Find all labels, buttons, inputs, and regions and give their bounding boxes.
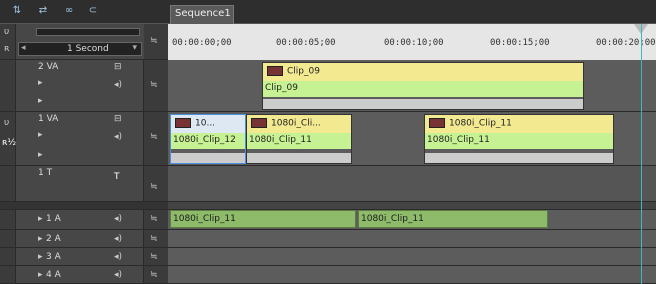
wave-icon[interactable]: ≒ [150,80,158,90]
lane-4a[interactable] [168,266,656,284]
sync-icon[interactable]: ⊂ [82,5,104,19]
track-header-1t[interactable]: 1 T T ≒ [0,166,168,202]
clip-title: Clip_09 [287,66,320,77]
wave-icon[interactable]: ≒ [150,252,158,262]
lock-icon[interactable]: υ [4,27,9,37]
speaker-icon[interactable]: ◂) [114,132,122,142]
track-header-2a[interactable]: ▸ 2 A ◂) ≒ [0,230,168,248]
expand-arrow-icon[interactable]: ▸ [38,234,43,244]
track-label: 3 A [46,252,61,262]
wave-icon[interactable]: ≒ [150,234,158,244]
lane-1va[interactable]: 10... 1080i_Clip_12 1080i_Cli... 1080i_C… [168,112,656,166]
text-icon[interactable]: T [114,172,120,182]
timeline-ruler[interactable]: 00:00:00;00 00:00:05;00 00:00:10;00 00:0… [168,24,656,60]
expand-arrow-icon[interactable]: ▸ [38,252,43,262]
thumbnail-icon [267,66,283,76]
lane-3a[interactable] [168,248,656,266]
clip-audio-label: 1080i_Clip_11 [425,133,613,149]
zoom-slider[interactable] [36,28,140,36]
separator-lane [168,202,656,210]
wave-icon[interactable]: ≒ [150,214,158,224]
clip-title: 1080i_Cli... [271,118,321,129]
track-header-4a[interactable]: ▸ 4 A ◂) ≒ [0,266,168,284]
clip-clip12[interactable]: 10... 1080i_Clip_12 [170,114,246,164]
lane-1t[interactable] [168,166,656,202]
expand-arrow-icon[interactable]: ▸ [38,96,43,106]
playhead-line [641,24,642,284]
wave-icon[interactable]: ≒ [150,132,158,142]
expand-arrow-icon[interactable]: ▸ [38,150,43,160]
track-label: 1 A [46,214,61,224]
clip-audio-label: 1080i_Clip_12 [171,133,245,149]
lane-2va[interactable]: Clip_09 Clip_09 [168,60,656,112]
tab-sequence[interactable]: Sequence1 [170,5,234,24]
expand-arrow-icon[interactable]: ▸ [38,214,43,224]
wave-icon[interactable]: ≒ [150,270,158,280]
clip-title: 10... [195,118,216,129]
video-monitor-icon[interactable]: ⊟ [114,62,122,72]
track-label: 1 T [38,168,53,178]
timecode-1: 00:00:05;00 [276,38,336,48]
track-settings-icon[interactable]: ⇅ [6,5,28,19]
sync-lock-icon[interactable]: ʀ [4,44,9,54]
wave-icon[interactable]: ≒ [150,36,158,46]
wave-icon[interactable]: ≒ [150,182,158,192]
track-header-1va[interactable]: υ ʀ½ 1 VA ⊟ ▸ ◂) ≒ ▸ [0,112,168,166]
toolbar: ⇅ ⇄ ∞ ⊂ Sequence1 [0,0,656,24]
clip-clip11b[interactable]: 1080i_Clip_11 1080i_Clip_11 [424,114,614,164]
track-label: 1 VA [38,114,59,124]
timecode-0: 00:00:00;00 [172,38,232,48]
clip-audio-label: Clip_09 [263,81,583,97]
clip-clip11a[interactable]: 1080i_Cli... 1080i_Clip_11 [246,114,352,164]
speaker-icon[interactable]: ◂) [114,270,122,280]
zoom-left-arrow-icon[interactable]: ◂ [21,43,26,53]
thumbnail-icon [251,118,267,128]
audio-clip[interactable]: 1080i_Clip_11 [170,210,356,228]
speaker-icon[interactable]: ◂) [114,80,122,90]
timecode-4: 00:00:20;00 [596,38,656,48]
lane-1a[interactable]: 1080i_Clip_11 1080i_Clip_11 [168,210,656,230]
expand-arrow-icon[interactable]: ▸ [38,130,43,140]
thumbnail-icon [429,118,445,128]
speaker-icon[interactable]: ◂) [114,214,122,224]
separator [0,202,168,210]
track-label: 2 A [46,234,61,244]
thumbnail-icon [175,118,191,128]
audio-clip[interactable]: 1080i_Clip_11 [358,210,548,228]
track-header-2va[interactable]: 2 VA ⊟ ▸ ◂) ≒ ▸ [0,60,168,112]
lock-icon[interactable]: υ [4,118,9,128]
expand-arrow-icon[interactable]: ▸ [38,270,43,280]
chevron-down-icon[interactable]: ▾ [132,43,137,53]
clip-audio-label: 1080i_Clip_11 [247,133,351,149]
clip-clip09[interactable]: Clip_09 Clip_09 [262,62,584,110]
zoom-label: 1 Second [67,44,109,54]
speaker-icon[interactable]: ◂) [114,252,122,262]
track-label: 4 A [46,270,61,280]
timecode-2: 00:00:10;00 [384,38,444,48]
link-icon[interactable]: ∞ [58,5,80,19]
zoom-dropdown[interactable]: ◂ 1 Second ▾ [18,42,142,56]
clip-title: 1080i_Clip_11 [449,118,512,129]
track-header-3a[interactable]: ▸ 3 A ◂) ≒ [0,248,168,266]
expand-arrow-icon[interactable]: ▸ [38,78,43,88]
ruler-header: υ ʀ ◂ 1 Second ▾ ≒ [0,24,168,60]
speaker-icon[interactable]: ◂) [114,234,122,244]
timecode-3: 00:00:15;00 [490,38,550,48]
track-header-1a[interactable]: ▸ 1 A ◂) ≒ [0,210,168,230]
track-label: 2 VA [38,62,59,72]
patch-icon[interactable]: ʀ½ [2,138,16,148]
lane-2a[interactable] [168,230,656,248]
expand-icon[interactable]: ⇄ [32,5,54,19]
video-monitor-icon[interactable]: ⊟ [114,114,122,124]
